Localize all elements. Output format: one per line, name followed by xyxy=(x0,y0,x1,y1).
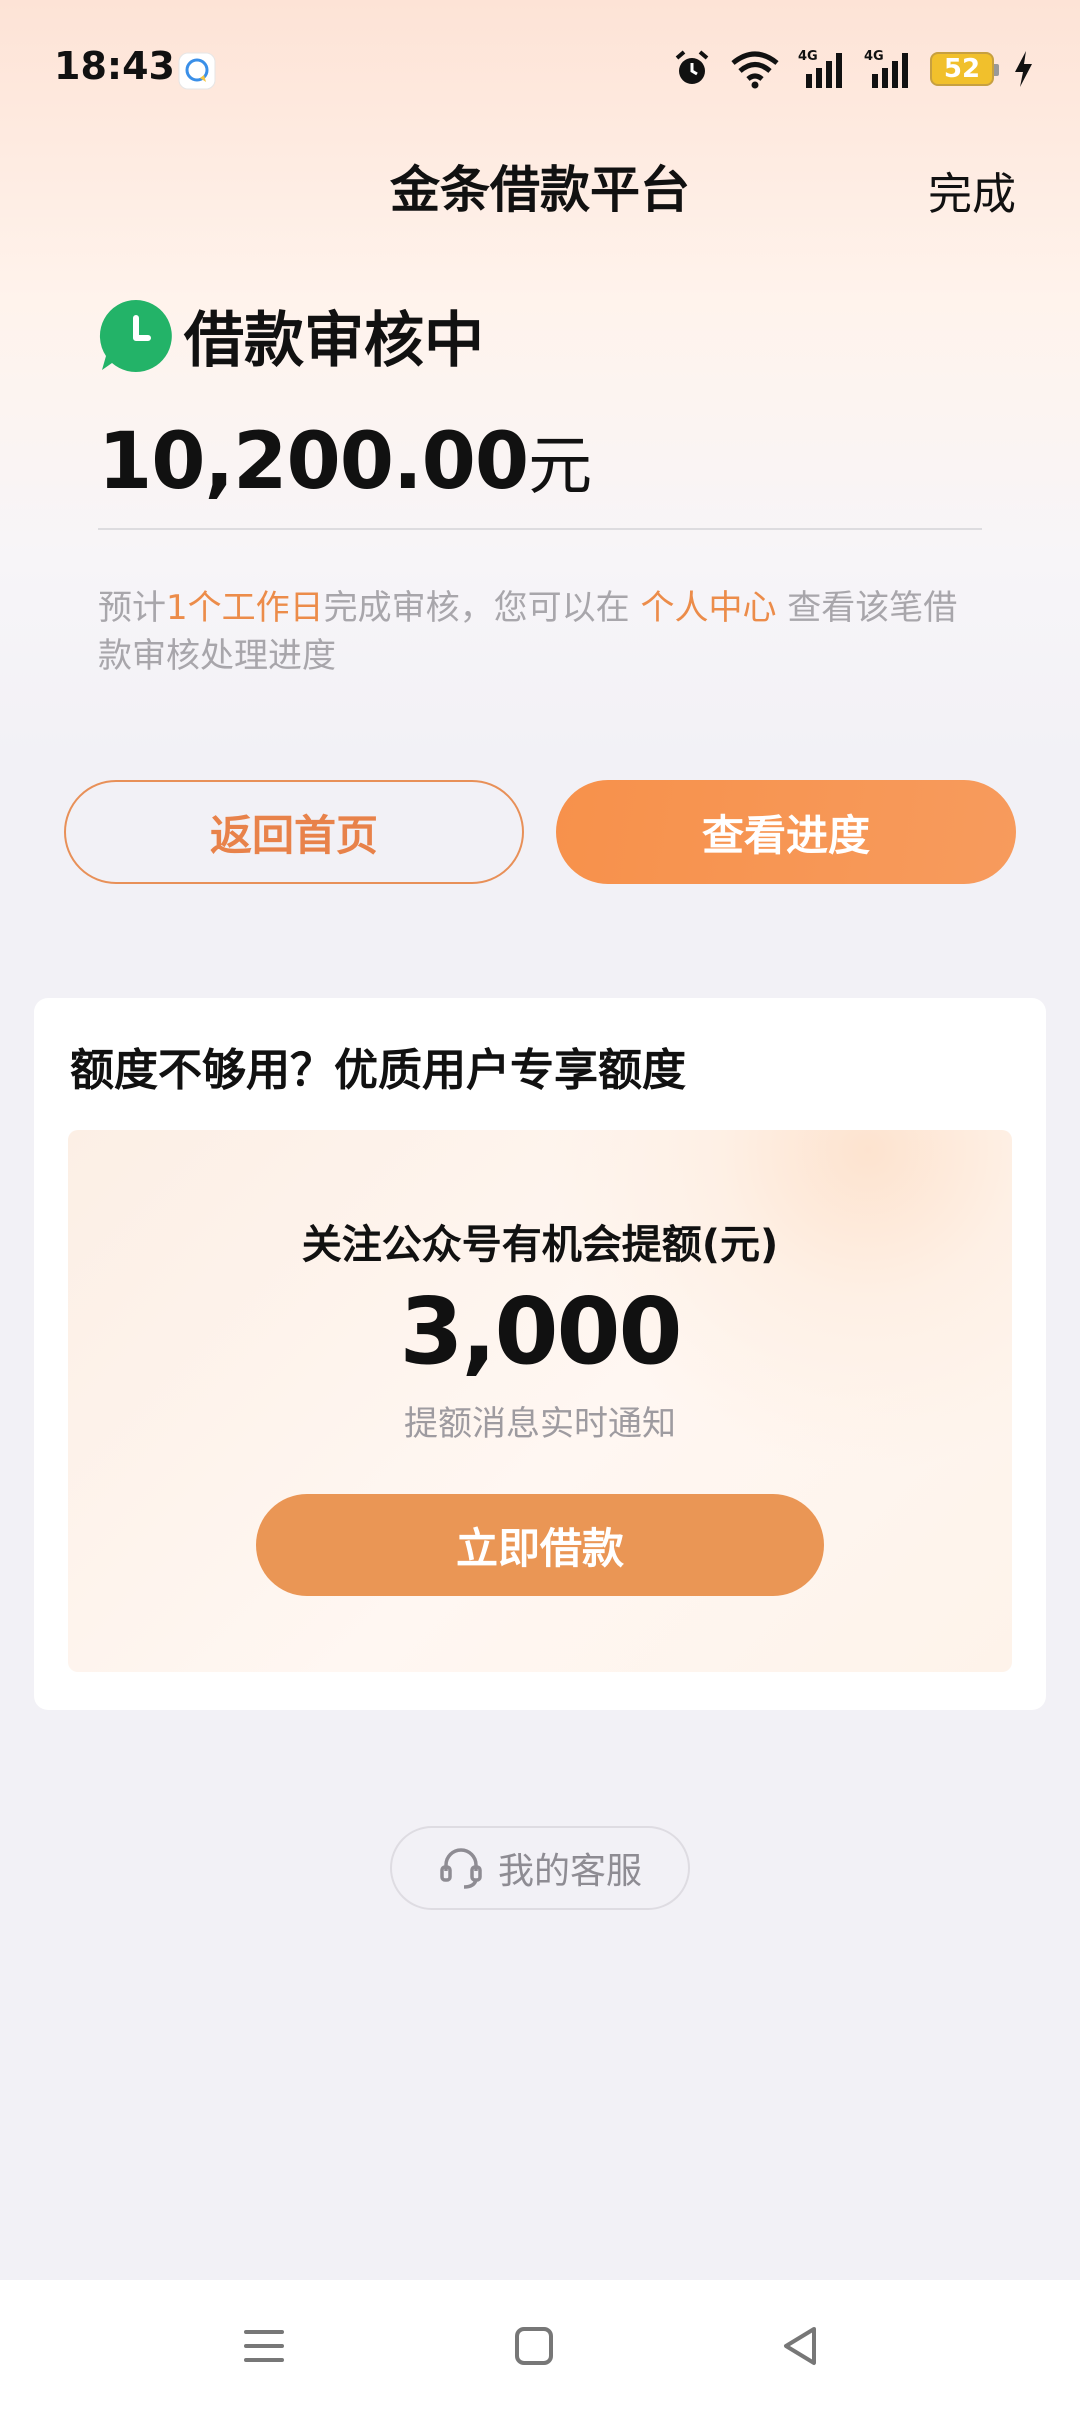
hint-text: 预计 xyxy=(98,588,166,628)
menu-icon[interactable] xyxy=(238,2320,290,2372)
home-square-icon[interactable] xyxy=(508,2320,560,2372)
qq-notification-icon xyxy=(178,52,216,90)
divider xyxy=(98,528,982,530)
page-title: 金条借款平台 xyxy=(390,161,690,219)
signal-4g-icon: 4G xyxy=(798,49,842,88)
promo-caption: 关注公众号有机会提额(元) xyxy=(301,1222,779,1268)
system-nav-bar xyxy=(0,2280,1080,2412)
battery-icon: 52 xyxy=(930,52,999,86)
charging-icon xyxy=(1015,51,1032,87)
quota-card: 额度不够用？优质用户专享额度 关注公众号有机会提额(元) 3,000 提额消息实… xyxy=(34,998,1046,1710)
customer-service-button[interactable]: 我的客服 xyxy=(390,1826,690,1910)
headset-icon xyxy=(440,1848,482,1889)
status-bar: 18:43 4G 4G 52 xyxy=(0,0,1080,140)
battery-level: 52 xyxy=(943,54,981,84)
review-hint: 预计1个工作日完成审核，您可以在 个人中心 查看该笔借款审核处理进度 xyxy=(98,584,978,680)
hint-days: 1个工作日 xyxy=(166,588,324,628)
promo-value: 3,000 xyxy=(399,1278,682,1385)
clock-icon xyxy=(99,299,172,372)
alarm-icon xyxy=(675,50,709,84)
service-label: 我的客服 xyxy=(497,1851,642,1892)
done-button[interactable]: 完成 xyxy=(928,158,1016,222)
loan-amount: 10,200.00元 xyxy=(98,415,592,507)
svg-text:4G: 4G xyxy=(798,49,818,64)
view-progress-button[interactable]: 查看进度 xyxy=(556,780,1016,884)
loan-status: 借款审核中 xyxy=(98,292,484,379)
status-time: 18:43 xyxy=(54,44,175,88)
back-home-button[interactable]: 返回首页 xyxy=(64,780,524,884)
personal-center-link[interactable]: 个人中心 xyxy=(640,588,776,628)
borrow-now-button[interactable]: 立即借款 xyxy=(256,1494,824,1596)
svg-text:4G: 4G xyxy=(864,49,884,64)
back-triangle-icon[interactable] xyxy=(774,2320,826,2372)
card-title: 额度不够用？优质用户专享额度 xyxy=(70,1045,686,1096)
hint-text: 完成审核，您可以在 xyxy=(323,588,641,628)
amount-value: 10,200.00 xyxy=(98,417,529,507)
status-label: 借款审核中 xyxy=(184,306,484,376)
promo-subtitle: 提额消息实时通知 xyxy=(404,1404,676,1444)
signal-4g-icon: 4G xyxy=(864,49,908,88)
wifi-icon xyxy=(731,51,779,89)
amount-unit: 元 xyxy=(528,430,592,504)
status-icons: 4G 4G 52 xyxy=(672,46,1034,92)
promo-panel: 关注公众号有机会提额(元) 3,000 提额消息实时通知 立即借款 xyxy=(68,1130,1012,1672)
